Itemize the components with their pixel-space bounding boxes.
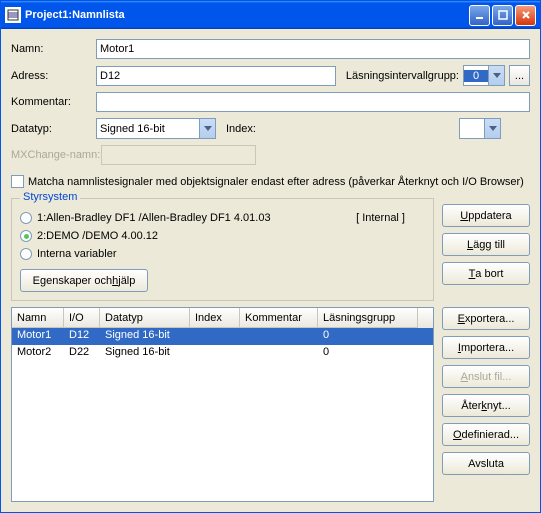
name-label: Namn: <box>11 43 96 55</box>
minimize-button[interactable] <box>469 5 490 26</box>
comment-input[interactable] <box>96 92 530 112</box>
window-buttons <box>469 5 536 26</box>
radio-option-2[interactable] <box>20 230 32 242</box>
close-button[interactable] <box>515 5 536 26</box>
datatype-label: Datatyp: <box>11 123 96 135</box>
signal-listview[interactable]: NamnI/ODatatypIndexKommentarLäsningsgrup… <box>11 307 434 502</box>
cell-kommentar <box>240 345 318 362</box>
listview-header: NamnI/ODatatypIndexKommentarLäsningsgrup… <box>12 308 433 328</box>
client-area: Namn: Adress: Läsningsintervallgrupp: 0 … <box>1 29 540 512</box>
chevron-down-icon <box>484 119 500 138</box>
cell-datatyp: Signed 16-bit <box>100 328 190 345</box>
cell-kommentar <box>240 328 318 345</box>
table-row[interactable]: Motor1D12Signed 16-bit 0 <box>12 328 433 345</box>
window: Project1:Namnlista Namn: Adress: Läsning… <box>0 0 541 513</box>
column-header-io[interactable]: I/O <box>64 308 100 328</box>
match-checkbox[interactable] <box>11 175 24 188</box>
reconnect-button[interactable]: Återknyt... <box>442 394 530 417</box>
cell-io: D22 <box>64 345 100 362</box>
listview-body: Motor1D12Signed 16-bit0Motor2D22Signed 1… <box>12 328 433 362</box>
cell-lasning: 0 <box>318 345 418 362</box>
column-header-datatyp[interactable]: Datatyp <box>100 308 190 328</box>
close-dialog-button[interactable]: Avsluta <box>442 452 530 475</box>
radio-label-1: 1:Allen-Bradley DF1 /Allen-Bradley DF1 4… <box>37 212 356 224</box>
cell-lasning: 0 <box>318 328 418 345</box>
readgroup-combo[interactable]: 0 <box>463 65 505 86</box>
address-input[interactable] <box>96 66 336 86</box>
column-header-index[interactable]: Index <box>190 308 240 328</box>
properties-help-button[interactable]: Egenskaper och hjälp <box>20 269 148 292</box>
cell-namn: Motor1 <box>12 328 64 345</box>
chevron-down-icon <box>199 119 215 138</box>
mxchange-label: MXChange-namn: <box>11 149 101 161</box>
styrsystem-group: Styrsystem 1:Allen-Bradley DF1 /Allen-Br… <box>11 198 434 301</box>
radio-label-2: 2:DEMO /DEMO 4.00.12 <box>37 230 158 242</box>
cell-io: D12 <box>64 328 100 345</box>
column-header-kommentar[interactable]: Kommentar <box>240 308 318 328</box>
internal-label: [ Internal ] <box>356 212 405 224</box>
name-input[interactable] <box>96 39 530 59</box>
radio-option-3[interactable] <box>20 248 32 260</box>
cell-index <box>190 328 240 345</box>
cell-namn: Motor2 <box>12 345 64 362</box>
attach-file-button: Anslut fil... <box>442 365 530 388</box>
radio-label-3: Interna variabler <box>37 248 117 260</box>
styrsystem-legend: Styrsystem <box>20 191 80 203</box>
index-combo[interactable] <box>459 118 501 139</box>
maximize-button[interactable] <box>492 5 513 26</box>
address-label: Adress: <box>11 70 96 82</box>
readgroup-browse-button[interactable]: ... <box>509 65 530 86</box>
chevron-down-icon <box>488 66 504 85</box>
readgroup-label: Läsningsintervallgrupp: <box>346 70 459 82</box>
match-label: Matcha namnlistesignaler med objektsigna… <box>28 176 524 188</box>
index-label: Index: <box>226 123 256 135</box>
table-row[interactable]: Motor2D22Signed 16-bit 0 <box>12 345 433 362</box>
cell-index <box>190 345 240 362</box>
delete-button[interactable]: Ta bort <box>442 262 530 285</box>
app-icon <box>5 7 21 23</box>
column-header-lasning[interactable]: Läsningsgrupp <box>318 308 418 328</box>
mxchange-input <box>101 145 256 165</box>
comment-label: Kommentar: <box>11 96 96 108</box>
window-title: Project1:Namnlista <box>25 9 469 21</box>
export-button[interactable]: Exportera... <box>442 307 530 330</box>
import-button[interactable]: Importera... <box>442 336 530 359</box>
datatype-combo[interactable]: Signed 16-bit <box>96 118 216 139</box>
radio-option-1[interactable] <box>20 212 32 224</box>
update-button[interactable]: Uppdatera <box>442 204 530 227</box>
cell-datatyp: Signed 16-bit <box>100 345 190 362</box>
undefined-button[interactable]: Odefinierad... <box>442 423 530 446</box>
column-header-namn[interactable]: Namn <box>12 308 64 328</box>
titlebar: Project1:Namnlista <box>1 1 540 29</box>
add-button[interactable]: Lägg till <box>442 233 530 256</box>
